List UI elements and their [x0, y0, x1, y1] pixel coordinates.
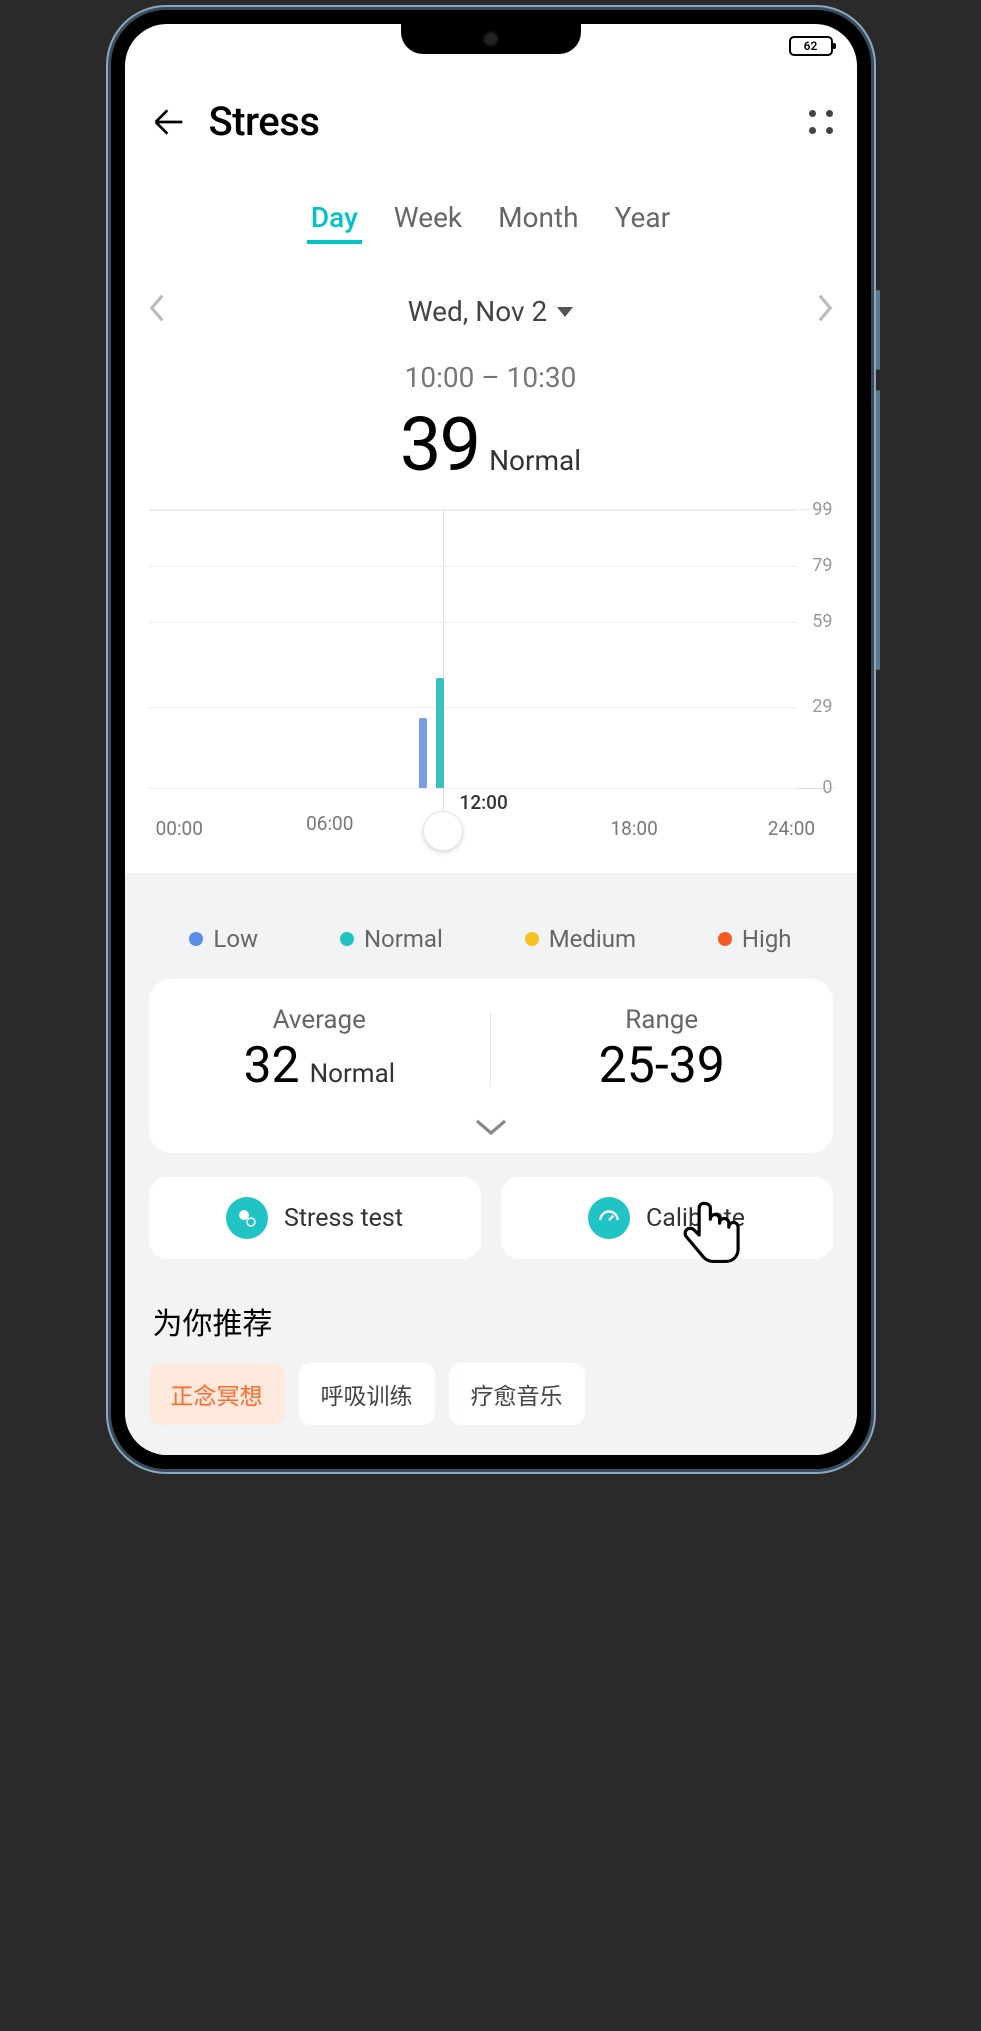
recommend-chips: 正念冥想 呼吸训练 疗愈音乐	[149, 1363, 833, 1425]
dot-icon	[718, 932, 732, 946]
notch	[401, 24, 581, 54]
dot-icon	[189, 932, 203, 946]
chart-bar	[436, 678, 444, 788]
legend: Low Normal Medium High	[149, 925, 833, 953]
chart-bar	[419, 718, 427, 788]
caret-down-icon	[557, 307, 573, 317]
x-tick: 24:00	[768, 817, 815, 840]
date-text: Wed, Nov 2	[408, 295, 548, 328]
x-tick: 06:00	[306, 812, 353, 835]
chip-healing-music[interactable]: 疗愈音乐	[449, 1363, 585, 1425]
next-day-icon[interactable]	[809, 288, 841, 335]
calibrate-label: Calibrate	[646, 1204, 745, 1233]
calibrate-icon	[588, 1197, 630, 1239]
legend-normal: Normal	[340, 925, 443, 953]
stress-test-icon	[226, 1197, 268, 1239]
y-tick: 99	[812, 499, 832, 520]
header: Stress	[125, 62, 857, 175]
battery-level: 62	[804, 39, 818, 53]
stress-chart[interactable]: 99 79 59 29 0 00:00 06:00 12:00 18:00 24…	[125, 489, 857, 873]
period-tabs: Day Week Month Year	[125, 175, 857, 254]
back-icon[interactable]	[149, 102, 189, 142]
expand-chevron-icon[interactable]	[149, 1117, 833, 1141]
menu-icon[interactable]	[809, 110, 833, 134]
stat-title: Average	[149, 1005, 491, 1035]
dot-icon	[525, 932, 539, 946]
bottom-section: Low Normal Medium High Aver	[125, 873, 857, 1455]
legend-medium: Medium	[525, 925, 636, 953]
x-tick-selected: 12:00	[460, 791, 508, 814]
recommend-title: 为你推荐	[153, 1299, 829, 1343]
y-tick: 29	[812, 696, 832, 717]
x-axis: 00:00 06:00 12:00 18:00 24:00	[149, 793, 833, 873]
y-tick: 59	[812, 611, 832, 632]
dot-icon	[340, 932, 354, 946]
calibrate-button[interactable]: Calibrate	[501, 1177, 833, 1259]
time-range: 10:00 – 10:30	[125, 361, 857, 394]
stat-average: Average 32 Normal	[149, 1005, 491, 1095]
legend-high: High	[718, 925, 792, 953]
reading-value: 39	[400, 402, 479, 489]
tab-week[interactable]: Week	[390, 195, 466, 244]
stat-value: 25-39	[599, 1037, 725, 1095]
x-tick: 00:00	[156, 817, 203, 840]
tab-day[interactable]: Day	[307, 195, 362, 244]
main-reading: 39 Normal	[125, 402, 857, 489]
battery-indicator: 62	[789, 36, 833, 56]
x-tick: 18:00	[610, 817, 657, 840]
prev-day-icon[interactable]	[141, 288, 173, 335]
action-row: Stress test Calibrate	[149, 1177, 833, 1259]
screen: 62 Stress Day Week Month Year Wed, Nov 2	[125, 24, 857, 1455]
stat-range: Range 25-39	[491, 1005, 833, 1095]
page-title: Stress	[209, 98, 789, 145]
phone-frame: 62 Stress Day Week Month Year Wed, Nov 2	[111, 10, 871, 1469]
y-tick: 79	[812, 555, 832, 576]
tab-month[interactable]: Month	[494, 195, 582, 244]
stress-test-label: Stress test	[284, 1204, 403, 1233]
reading-status: Normal	[489, 444, 581, 477]
chip-mindfulness[interactable]: 正念冥想	[149, 1363, 285, 1425]
stats-card: Average 32 Normal Range 25-39	[149, 979, 833, 1153]
stat-status: Normal	[310, 1059, 395, 1089]
chart-slider-thumb[interactable]	[423, 811, 463, 851]
chip-breathing[interactable]: 呼吸训练	[299, 1363, 435, 1425]
stress-test-button[interactable]: Stress test	[149, 1177, 481, 1259]
date-selector[interactable]: Wed, Nov 2	[408, 295, 574, 328]
legend-low: Low	[189, 925, 258, 953]
stat-title: Range	[491, 1005, 833, 1035]
stat-value: 32	[243, 1037, 299, 1095]
tab-year[interactable]: Year	[611, 195, 675, 244]
date-nav: Wed, Nov 2	[125, 254, 857, 335]
